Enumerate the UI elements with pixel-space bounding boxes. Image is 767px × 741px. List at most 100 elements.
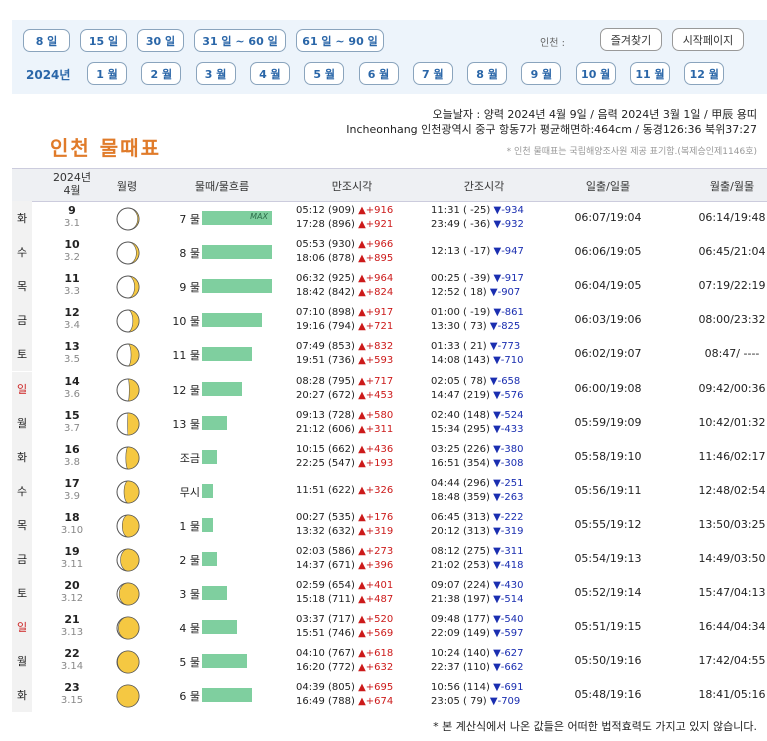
header-month: 4월	[63, 184, 81, 197]
low-tide-1-time: 09:48 (177)	[431, 614, 490, 626]
low-tide-2: 14:47 (219) ▼-576	[431, 389, 523, 402]
high-tide-2-time: 17:28 (896)	[296, 219, 355, 230]
moon-phase-icon	[116, 275, 140, 299]
lunar-day: 3.10	[60, 524, 84, 536]
tide-flow-bar	[202, 620, 237, 635]
high-tide-2-diff: ▲+593	[358, 355, 394, 367]
range-button-1[interactable]: 15 일	[80, 29, 127, 52]
range-button-3[interactable]: 31 일 ~ 60 일	[194, 29, 286, 52]
solar-day: 14	[64, 374, 80, 388]
solar-day: 18	[64, 510, 80, 524]
low-tide-2-diff: ▼-709	[489, 696, 521, 708]
sunrise-sunset: 05:48/19:16	[574, 688, 642, 702]
date-cell: 11 3.3	[52, 272, 92, 297]
low-tide-1-diff: ▼-222	[493, 511, 524, 523]
moon-phase-icon	[116, 582, 140, 606]
header-year: 2024년	[52, 171, 92, 184]
high-tide-2-diff: ▲+487	[358, 594, 394, 606]
low-tide-1: 08:12 (275) ▼-311	[431, 545, 523, 558]
sunrise-sunset: 05:58/19:10	[574, 449, 642, 463]
month-button-12[interactable]: 12 월	[684, 62, 725, 85]
low-tide-2-time: 23:05 ( 79)	[431, 696, 487, 708]
table-row: 수 10 3.2 8 물 05:53 (930) ▲+966 18:06 (878) ▲+…	[12, 235, 767, 270]
month-button-2[interactable]: 2 월	[141, 62, 182, 85]
tide-flow-bar	[202, 552, 218, 566]
high-tide-2-diff: ▲+193	[358, 457, 394, 469]
lunar-day: 3.1	[64, 218, 80, 229]
table-header: 2024년 4월 월령 물때/물흐름 만조시각 간조시각 일출/일몰 월출/월몰	[12, 168, 767, 202]
weekday-cell: 목	[12, 269, 32, 304]
month-button-8[interactable]: 8 월	[467, 62, 508, 85]
lunar-day: 3.11	[60, 559, 84, 570]
moonrise-moonset: 12:48/02:54	[698, 483, 766, 497]
low-tide-2-time: 22:37 (110)	[431, 662, 490, 674]
low-tide-1-time: 12:13 ( -17)	[431, 246, 491, 258]
weekday-cell: 금	[12, 303, 32, 338]
sunrise-sunset: 06:06/19:05	[574, 245, 642, 259]
table-row: 목 11 3.3 9 물 06:32 (925) ▲+964 18:42 (842) ▲+…	[12, 269, 767, 304]
max-label: MAX	[250, 212, 268, 221]
lunar-day: 3.3	[64, 286, 80, 298]
range-button-4[interactable]: 61 일 ~ 90 일	[296, 29, 384, 52]
range-button-0[interactable]: 8 일	[23, 29, 70, 52]
tide-flow-bar	[202, 415, 228, 430]
month-button-6[interactable]: 6 월	[358, 62, 399, 85]
lunar-day: 3.12	[60, 593, 84, 605]
month-button-5[interactable]: 5 월	[304, 62, 345, 85]
tide-name: 조금	[179, 451, 200, 465]
low-tide-1: 02:40 (148) ▼-524	[431, 409, 523, 422]
high-tide-1: 05:53 (930) ▲+966	[296, 238, 393, 251]
high-tide-1-time: 03:37 (717)	[296, 614, 355, 626]
header-moon-age: 월령	[116, 180, 138, 193]
date-cell: 18 3.10	[52, 511, 92, 536]
tide-name: 10 물	[172, 315, 200, 329]
homepage-button[interactable]: 시작페이지	[672, 28, 744, 51]
high-tide-2: 19:16 (794) ▲+721	[296, 320, 393, 333]
high-tide-1-time: 10:15 (662)	[296, 443, 355, 455]
low-tide-2: 21:38 (197) ▼-514	[431, 593, 523, 606]
month-button-11[interactable]: 11 월	[630, 62, 670, 85]
high-tide-2-time: 13:32 (632)	[296, 525, 355, 537]
moon-phase-icon	[116, 514, 140, 538]
high-tide-1-diff: ▲+917	[358, 307, 394, 319]
table-row: 화 9 3.1 7 물 MAX 05:12 (909) ▲+916 17:28 (896) …	[12, 201, 767, 235]
month-button-1[interactable]: 1 월	[87, 62, 127, 85]
table-row: 금 19 3.11 2 물 02:03 (586) ▲+273 14:37 (671) ▲…	[12, 542, 767, 576]
high-tide-2-time: 21:12 (606)	[296, 423, 355, 435]
tide-flow-bar	[202, 449, 218, 464]
table-row: 화 16 3.8 조금 10:15 (662) ▲+436 22:25 (547) ▲+1…	[12, 439, 767, 474]
high-tide-1-time: 05:53 (930)	[296, 239, 355, 251]
weekday-cell: 목	[12, 507, 32, 542]
high-tide-2-time: 19:16 (794)	[296, 321, 355, 333]
low-tide-1-diff: ▼-947	[493, 246, 524, 258]
bookmark-button[interactable]: 즐겨찾기	[600, 28, 662, 51]
high-tide-1: 00:27 (535) ▲+176	[296, 511, 393, 524]
month-button-9[interactable]: 9 월	[521, 62, 562, 85]
header-moonrise: 월출/월몰	[709, 180, 755, 193]
moon-phase-icon	[116, 207, 140, 231]
month-button-3[interactable]: 3 월	[195, 62, 236, 85]
high-tide-1-time: 02:59 (654)	[296, 580, 355, 592]
low-tide-2: 13:30 ( 73) ▼-825	[431, 320, 520, 333]
weekday-cell: 일	[12, 371, 32, 406]
weekday-cell: 토	[12, 337, 32, 372]
low-tide-2: 18:48 (359) ▼-263	[431, 491, 523, 504]
high-tide-2: 13:32 (632) ▲+319	[296, 525, 393, 538]
high-tide-2-time: 15:51 (746)	[296, 628, 355, 640]
range-button-2[interactable]: 30 일	[137, 29, 184, 52]
high-tide-2: 18:06 (878) ▲+895	[296, 252, 393, 265]
month-button-4[interactable]: 4 월	[249, 62, 290, 85]
sunrise-sunset: 06:03/19:06	[574, 313, 642, 327]
solar-day: 9	[68, 204, 76, 217]
solar-day: 16	[64, 442, 80, 456]
high-tide-2-diff: ▲+895	[358, 253, 394, 265]
month-button-7[interactable]: 7 월	[412, 62, 453, 85]
moonrise-moonset: 16:44/04:34	[698, 620, 766, 634]
low-tide-1-diff: ▼-773	[489, 341, 521, 353]
low-tide-2-diff: ▼-319	[493, 525, 524, 537]
high-tide-2-time: 18:06 (878)	[296, 253, 355, 265]
tide-flow-bar: MAX	[202, 211, 272, 225]
month-button-10[interactable]: 10 월	[575, 62, 616, 85]
page-title: 인천 물때표	[50, 136, 161, 160]
solar-day: 13	[64, 340, 80, 354]
